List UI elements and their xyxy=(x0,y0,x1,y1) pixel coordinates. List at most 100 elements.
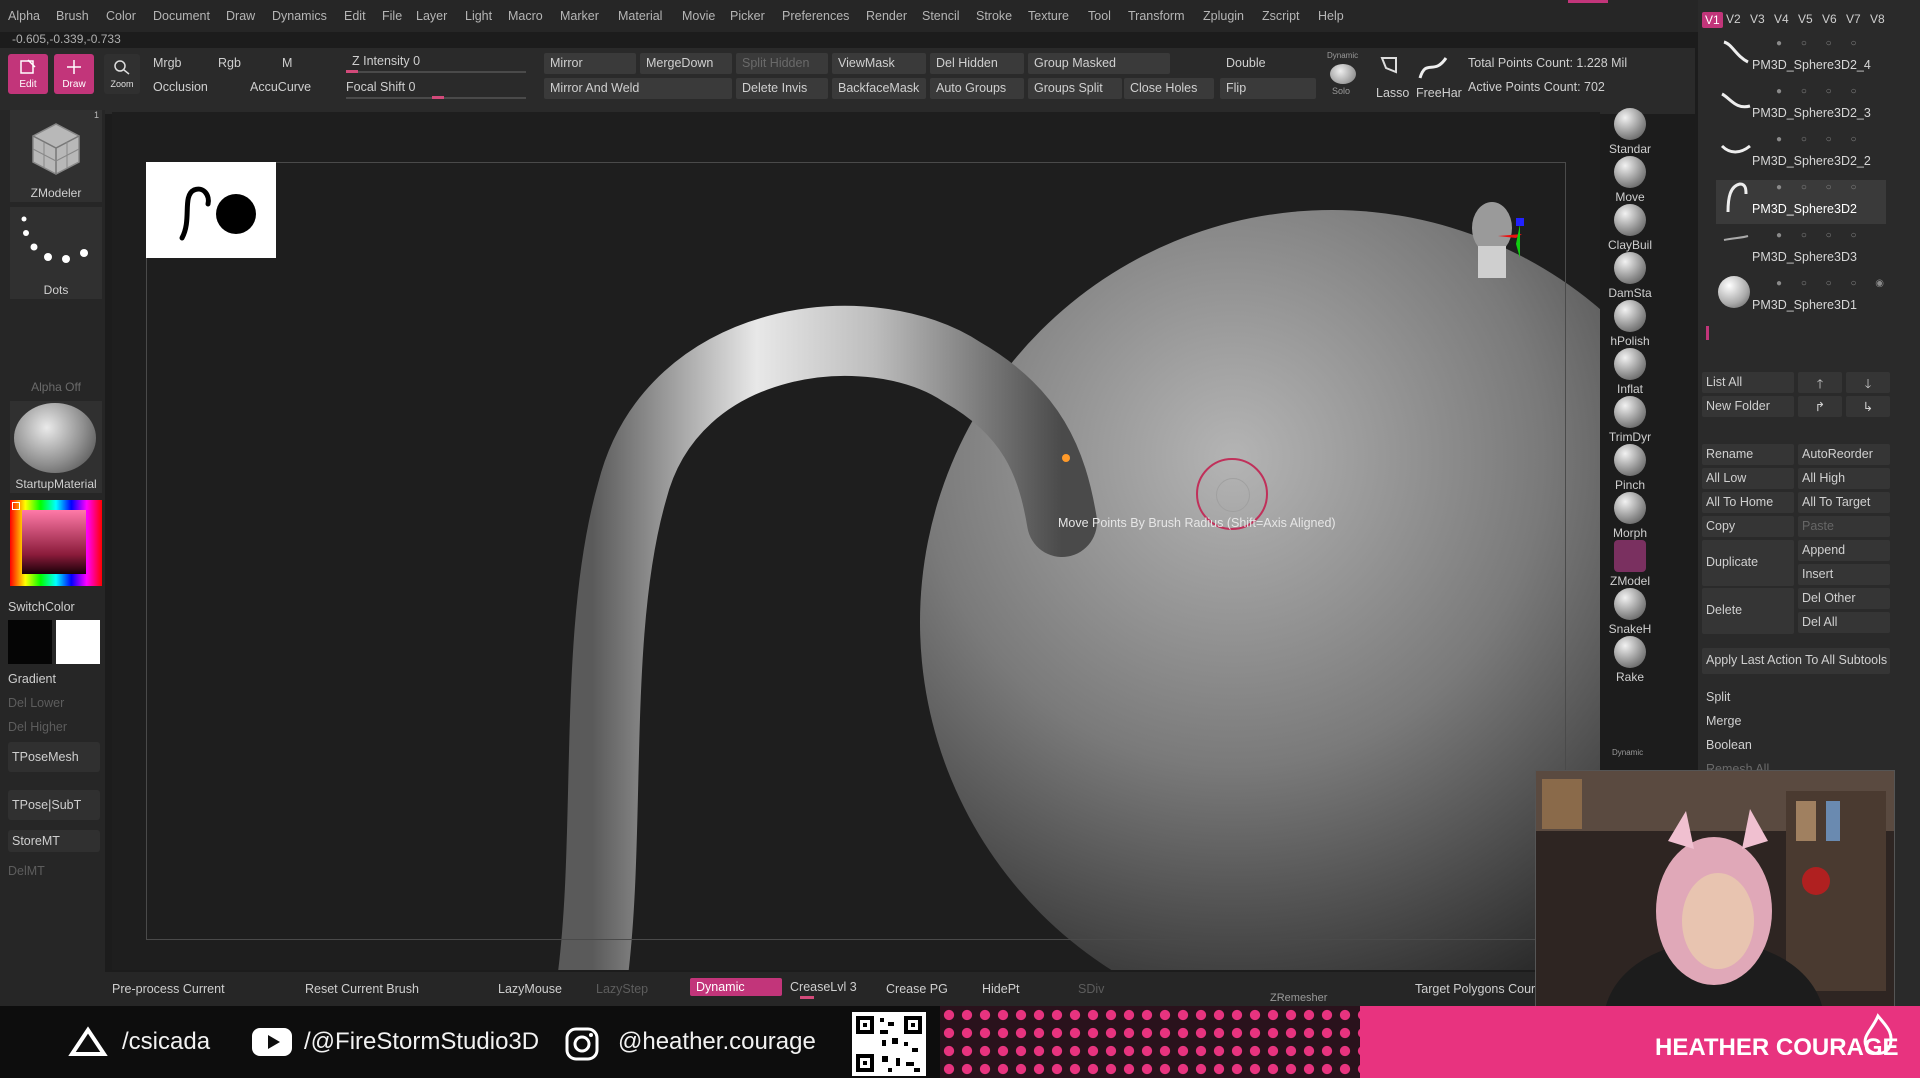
menu-document[interactable]: Document xyxy=(153,9,210,23)
menu-brush[interactable]: Brush xyxy=(56,9,89,23)
del-other-button[interactable]: Del Other xyxy=(1798,588,1890,609)
mirror-button[interactable]: Mirror xyxy=(544,53,636,74)
menu-color[interactable]: Color xyxy=(106,9,136,23)
current-tool-thumbnail[interactable]: 1 ZModeler xyxy=(10,110,102,202)
split-hidden-button[interactable]: Split Hidden xyxy=(736,53,828,74)
menu-macro[interactable]: Macro xyxy=(508,9,543,23)
lazystep-slider[interactable]: LazyStep xyxy=(596,982,648,996)
brush-snakehook[interactable]: SnakeH xyxy=(1600,588,1660,636)
crease-pg-button[interactable]: Crease PG xyxy=(886,982,948,996)
tab-v2[interactable]: V2 xyxy=(1726,12,1741,26)
stroke-thumbnail[interactable]: Dots xyxy=(10,207,102,299)
material-thumbnail[interactable]: StartupMaterial xyxy=(10,401,102,493)
move-up-button[interactable]: 🡑 xyxy=(1798,372,1842,393)
menu-transform[interactable]: Transform xyxy=(1128,9,1185,23)
alpha-thumbnail[interactable]: Alpha Off xyxy=(10,304,102,396)
subtool-scroll-marker[interactable] xyxy=(1706,326,1709,340)
group-masked-button[interactable]: Group Masked xyxy=(1028,53,1170,74)
split-section[interactable]: Split xyxy=(1706,690,1730,704)
tab-v8[interactable]: V8 xyxy=(1870,12,1885,26)
duplicate-button[interactable]: Duplicate xyxy=(1702,540,1794,586)
accucurve-button[interactable]: AccuCurve xyxy=(250,80,311,94)
instagram-handle[interactable]: @heather.courage xyxy=(618,1028,816,1056)
tpose-subt-button[interactable]: TPose|SubT xyxy=(8,790,100,820)
target-polygons-slider[interactable]: Target Polygons Cour xyxy=(1415,982,1535,996)
primary-color-swatch[interactable] xyxy=(8,620,52,664)
edit-button[interactable]: Edit xyxy=(8,54,48,94)
brush-hpolish[interactable]: hPolish xyxy=(1600,300,1660,348)
double-button[interactable]: Double xyxy=(1220,53,1316,74)
zremesher-label[interactable]: ZRemesher xyxy=(1270,992,1327,1004)
tab-v6[interactable]: V6 xyxy=(1822,12,1837,26)
delmt-button[interactable]: DelMT xyxy=(8,864,100,878)
backfacemask-button[interactable]: BackfaceMask xyxy=(832,78,926,99)
merge-section[interactable]: Merge xyxy=(1706,714,1741,728)
subtool-item[interactable]: ● ○ ○ ○ PM3D_Sphere3D3 xyxy=(1716,228,1886,272)
copy-button[interactable]: Copy xyxy=(1702,516,1794,537)
reset-current-brush-button[interactable]: Reset Current Brush xyxy=(305,982,419,996)
m-button[interactable]: M xyxy=(282,56,292,70)
menu-marker[interactable]: Marker xyxy=(560,9,599,23)
menu-tool[interactable]: Tool xyxy=(1088,9,1111,23)
z-intensity-slider[interactable]: Z Intensity 0 xyxy=(352,54,420,68)
menu-movie[interactable]: Movie xyxy=(682,9,715,23)
subtool-toggles[interactable]: ● ○ ○ ○ xyxy=(1776,86,1865,97)
brush-pinch[interactable]: Pinch xyxy=(1600,444,1660,492)
color-picker[interactable] xyxy=(10,500,102,586)
menu-zplugin[interactable]: Zplugin xyxy=(1203,9,1244,23)
brush-zmodeler[interactable]: ZModel xyxy=(1600,540,1660,588)
brush-morph[interactable]: Morph xyxy=(1600,492,1660,540)
zoom-button[interactable]: Zoom xyxy=(104,54,140,94)
subtool-toggles[interactable]: ● ○ ○ ○ xyxy=(1776,134,1865,145)
switchcolor-button[interactable]: SwitchColor xyxy=(8,600,100,614)
z-intensity-knob[interactable] xyxy=(346,70,358,73)
secondary-color-swatch[interactable] xyxy=(56,620,100,664)
menu-material[interactable]: Material xyxy=(618,9,662,23)
creaselvl-knob[interactable] xyxy=(800,996,814,999)
list-all-button[interactable]: List All xyxy=(1702,372,1794,393)
flip-button[interactable]: Flip xyxy=(1220,78,1316,99)
autoreorder-button[interactable]: AutoReorder xyxy=(1798,444,1890,465)
delete-invis-button[interactable]: Delete Invis xyxy=(736,78,828,99)
menu-layer[interactable]: Layer xyxy=(416,9,447,23)
viewmask-button[interactable]: ViewMask xyxy=(832,53,926,74)
subtool-toggles[interactable]: ● ○ ○ ○ ◉ xyxy=(1776,278,1892,289)
insert-button[interactable]: Insert xyxy=(1798,564,1890,585)
all-to-target-button[interactable]: All To Target xyxy=(1798,492,1890,513)
occlusion-button[interactable]: Occlusion xyxy=(153,80,208,94)
menu-texture[interactable]: Texture xyxy=(1028,9,1069,23)
del-higher-button[interactable]: Del Higher xyxy=(8,720,100,734)
tab-v7[interactable]: V7 xyxy=(1846,12,1861,26)
boolean-section[interactable]: Boolean xyxy=(1706,738,1752,752)
menu-render[interactable]: Render xyxy=(866,9,907,23)
del-hidden-button[interactable]: Del Hidden xyxy=(930,53,1024,74)
tab-v1[interactable]: V1 xyxy=(1702,12,1723,28)
tab-v3[interactable]: V3 xyxy=(1750,12,1765,26)
menu-help[interactable]: Help xyxy=(1318,9,1344,23)
apply-last-action-button[interactable]: Apply Last Action To All Subtools xyxy=(1702,648,1890,674)
del-all-button[interactable]: Del All xyxy=(1798,612,1890,633)
menu-stroke[interactable]: Stroke xyxy=(976,9,1012,23)
color-square[interactable] xyxy=(22,510,86,574)
rgb-button[interactable]: Rgb xyxy=(218,56,241,70)
all-low-button[interactable]: All Low xyxy=(1702,468,1794,489)
brush-inflate[interactable]: Inflat xyxy=(1600,348,1660,396)
preprocess-current-button[interactable]: Pre-process Current xyxy=(112,982,225,996)
youtube-handle[interactable]: /@FireStormStudio3D xyxy=(304,1028,539,1056)
folder-move-up-button[interactable]: ↱ xyxy=(1798,396,1842,417)
menu-file[interactable]: File xyxy=(382,9,402,23)
brush-claybuildup[interactable]: ClayBuil xyxy=(1600,204,1660,252)
subtool-item[interactable]: ● ○ ○ ○ PM3D_Sphere3D2_2 xyxy=(1716,132,1886,176)
gradient-button[interactable]: Gradient xyxy=(8,672,100,686)
sdiv-slider[interactable]: SDiv xyxy=(1078,982,1104,996)
dynamic-button[interactable]: Dynamic xyxy=(690,978,782,996)
mirror-and-weld-button[interactable]: Mirror And Weld xyxy=(544,78,732,99)
del-lower-button[interactable]: Del Lower xyxy=(8,696,100,710)
brush-trimdynamic[interactable]: TrimDyr xyxy=(1600,396,1660,444)
focal-shift-slider[interactable]: Focal Shift 0 xyxy=(346,80,415,94)
focal-shift-knob[interactable] xyxy=(432,96,444,99)
rename-button[interactable]: Rename xyxy=(1702,444,1794,465)
auto-groups-button[interactable]: Auto Groups xyxy=(930,78,1024,99)
tab-v5[interactable]: V5 xyxy=(1798,12,1813,26)
menu-light[interactable]: Light xyxy=(465,9,492,23)
